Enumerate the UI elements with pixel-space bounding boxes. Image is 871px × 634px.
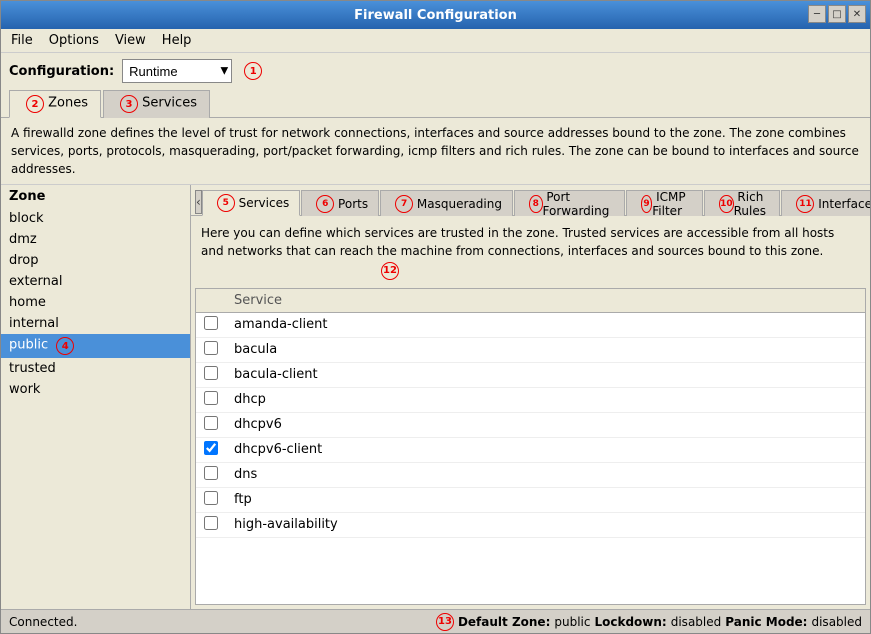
window-title: Firewall Configuration — [354, 8, 517, 23]
inner-tab-port-forwarding[interactable]: 8 Port Forwarding — [514, 190, 625, 216]
menu-file[interactable]: File — [5, 31, 39, 50]
main-content: Zone block dmz drop external home intern… — [1, 185, 870, 609]
tab-services[interactable]: 3 Services — [103, 90, 210, 118]
service-name: dns — [226, 462, 865, 487]
service-name: high-availability — [226, 512, 865, 537]
table-row: dhcpv6 — [196, 412, 865, 437]
annotation-7: 7 — [395, 195, 413, 213]
table-row: high-availability — [196, 512, 865, 537]
dhcp-checkbox[interactable] — [204, 391, 218, 405]
checkbox-col-header — [196, 289, 226, 313]
table-row: dhcp — [196, 387, 865, 412]
service-name: bacula-client — [226, 362, 865, 387]
annotation-1: 1 — [244, 62, 262, 80]
service-name: amanda-client — [226, 312, 865, 337]
minimize-button[interactable]: ─ — [808, 5, 826, 23]
config-label: Configuration: — [9, 64, 114, 79]
dhcpv6-client-checkbox[interactable] — [204, 441, 218, 455]
annotation-2: 2 — [26, 95, 44, 113]
statusbar: Connected. 13 Default Zone: public Lockd… — [1, 609, 870, 633]
amanda-client-checkbox[interactable] — [204, 316, 218, 330]
default-zone-label: Default Zone: — [458, 615, 550, 629]
zone-item-dmz[interactable]: dmz — [1, 229, 190, 250]
annotation-10: 10 — [719, 195, 734, 213]
dhcpv6-checkbox[interactable] — [204, 416, 218, 430]
zone-item-home[interactable]: home — [1, 292, 190, 313]
annotation-4: 4 — [56, 337, 74, 355]
annotation-13: 13 — [436, 613, 454, 631]
zone-panel: Zone block dmz drop external home intern… — [1, 185, 191, 609]
annotation-6: 6 — [316, 195, 334, 213]
tab-zones[interactable]: 2 Zones — [9, 90, 101, 118]
ftp-checkbox[interactable] — [204, 491, 218, 505]
table-row: dhcpv6-client — [196, 437, 865, 462]
config-select[interactable]: Runtime Permanent — [122, 59, 232, 83]
inner-tabs: ‹ 5 Services 6 Ports 7 Masquerading 8 Po… — [191, 185, 870, 216]
menu-view[interactable]: View — [109, 31, 152, 50]
left-arrow-button[interactable]: ‹ — [195, 190, 202, 214]
service-col-header: Service — [226, 289, 865, 313]
service-description: Here you can define which services are t… — [191, 216, 870, 288]
annotation-12: 12 — [381, 262, 399, 280]
table-row: amanda-client — [196, 312, 865, 337]
zone-item-public[interactable]: public 4 — [1, 334, 190, 358]
menubar: File Options View Help — [1, 29, 870, 53]
config-select-wrapper: Runtime Permanent ▼ — [122, 59, 232, 83]
service-table-container[interactable]: Service amanda-client bacula — [195, 288, 866, 606]
maximize-button[interactable]: □ — [828, 5, 846, 23]
bacula-client-checkbox[interactable] — [204, 366, 218, 380]
service-name: dhcpv6 — [226, 412, 865, 437]
annotation-8: 8 — [529, 195, 543, 213]
panic-mode-value: disabled — [811, 615, 862, 629]
table-row: dns — [196, 462, 865, 487]
right-panel: ‹ 5 Services 6 Ports 7 Masquerading 8 Po… — [191, 185, 870, 609]
toolbar: Configuration: Runtime Permanent ▼ 1 — [1, 53, 870, 89]
connection-status: Connected. — [9, 615, 428, 629]
table-row: bacula — [196, 337, 865, 362]
annotation-11: 11 — [796, 195, 814, 213]
service-name: bacula — [226, 337, 865, 362]
zone-item-work[interactable]: work — [1, 379, 190, 400]
inner-tab-rich-rules[interactable]: 10 Rich Rules — [704, 190, 780, 216]
inner-tab-masquerading[interactable]: 7 Masquerading — [380, 190, 513, 216]
high-availability-checkbox[interactable] — [204, 516, 218, 530]
titlebar-buttons: ─ □ ✕ — [808, 5, 866, 23]
service-table: Service amanda-client bacula — [196, 289, 865, 538]
zone-item-trusted[interactable]: trusted — [1, 358, 190, 379]
inner-tab-ports[interactable]: 6 Ports — [301, 190, 379, 216]
annotation-5: 5 — [217, 194, 235, 212]
inner-tab-services[interactable]: 5 Services — [202, 190, 300, 216]
titlebar: Firewall Configuration ─ □ ✕ — [1, 1, 870, 29]
inner-tab-interfaces[interactable]: 11 Interfaces — [781, 190, 870, 216]
lockdown-value: disabled — [671, 615, 722, 629]
zone-header: Zone — [1, 185, 190, 208]
annotation-3: 3 — [120, 95, 138, 113]
main-window: Firewall Configuration ─ □ ✕ File Option… — [0, 0, 871, 634]
menu-options[interactable]: Options — [43, 31, 105, 50]
annotation-9: 9 — [641, 195, 653, 213]
service-name: dhcp — [226, 387, 865, 412]
zone-item-internal[interactable]: internal — [1, 313, 190, 334]
zone-list: block dmz drop external home internal pu… — [1, 208, 190, 609]
zone-item-drop[interactable]: drop — [1, 250, 190, 271]
service-name: dhcpv6-client — [226, 437, 865, 462]
table-row: ftp — [196, 487, 865, 512]
zone-description: A firewalld zone defines the level of tr… — [1, 118, 870, 185]
zone-item-external[interactable]: external — [1, 271, 190, 292]
zone-item-block[interactable]: block — [1, 208, 190, 229]
table-row: bacula-client — [196, 362, 865, 387]
bacula-checkbox[interactable] — [204, 341, 218, 355]
close-button[interactable]: ✕ — [848, 5, 866, 23]
dns-checkbox[interactable] — [204, 466, 218, 480]
main-tabs: 2 Zones 3 Services — [1, 89, 870, 118]
panic-mode-label: Panic Mode: — [725, 615, 807, 629]
default-zone-value: public — [554, 615, 590, 629]
menu-help[interactable]: Help — [156, 31, 198, 50]
lockdown-label: Lockdown: — [594, 615, 666, 629]
service-name: ftp — [226, 487, 865, 512]
inner-tab-icmp-filter[interactable]: 9 ICMP Filter — [626, 190, 703, 216]
